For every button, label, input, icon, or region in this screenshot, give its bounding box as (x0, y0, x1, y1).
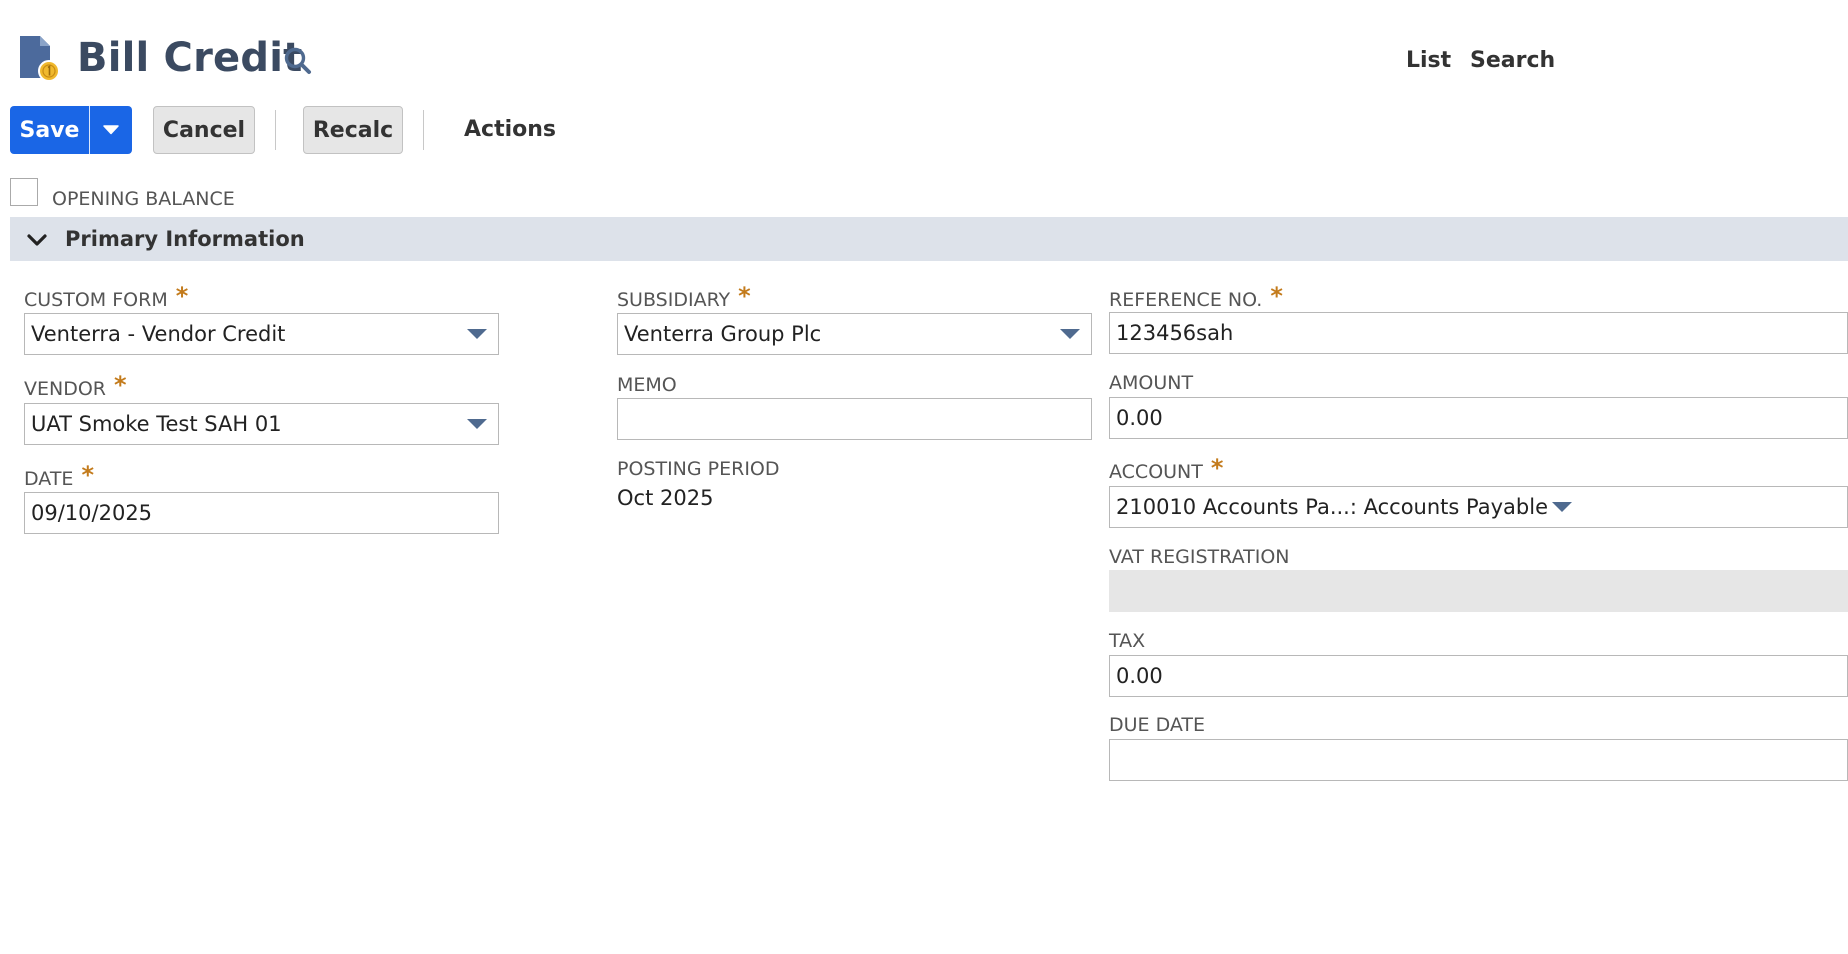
tax-input[interactable]: 0.00 (1109, 655, 1848, 697)
caret-down-icon[interactable] (1059, 328, 1081, 340)
date-value: 09/10/2025 (31, 501, 153, 525)
caret-down-icon (103, 125, 119, 135)
subsidiary-label: SUBSIDIARY * (617, 282, 751, 311)
custom-form-label: CUSTOM FORM * (24, 282, 189, 311)
account-label: ACCOUNT * (1109, 454, 1224, 483)
save-button-divider (89, 106, 90, 154)
due-date-input[interactable] (1109, 739, 1848, 781)
caret-down-icon[interactable] (466, 418, 488, 430)
page-title: Bill Credit (77, 35, 303, 81)
reference-no-value: 123456sah (1116, 321, 1234, 345)
account-value: 210010 Accounts Pa...: Accounts Payable (1116, 495, 1548, 519)
posting-period-value: Oct 2025 (617, 486, 714, 510)
account-select[interactable]: 210010 Accounts Pa...: Accounts Payable (1109, 486, 1848, 528)
vat-registration-label: VAT REGISTRATION (1109, 546, 1290, 568)
toolbar-divider (423, 110, 424, 150)
subsidiary-value: Venterra Group Plc (624, 322, 822, 346)
amount-label: AMOUNT (1109, 372, 1194, 394)
actions-menu-button[interactable]: Actions (464, 115, 556, 145)
toolbar-divider (275, 110, 276, 150)
opening-balance-checkbox[interactable] (10, 178, 38, 206)
search-icon[interactable] (283, 46, 313, 76)
reference-no-label: REFERENCE NO. * (1109, 282, 1283, 311)
vendor-label: VENDOR * (24, 371, 127, 400)
chevron-down-icon[interactable] (24, 227, 50, 253)
required-marker: * (81, 461, 94, 489)
due-date-label: DUE DATE (1109, 714, 1206, 736)
amount-value: 0.00 (1116, 406, 1163, 430)
required-marker: * (1210, 454, 1224, 482)
save-button[interactable]: Save (10, 106, 89, 154)
save-split-button: Save (10, 106, 132, 154)
opening-balance-label: OPENING BALANCE (52, 188, 235, 210)
vendor-value: UAT Smoke Test SAH 01 (31, 412, 282, 436)
required-marker: * (175, 282, 189, 310)
required-marker: * (1270, 282, 1283, 310)
custom-form-select[interactable]: Venterra - Vendor Credit (24, 313, 499, 355)
reference-no-input[interactable]: 123456sah (1109, 312, 1848, 354)
date-label: DATE * (24, 461, 94, 490)
caret-down-icon[interactable] (1551, 501, 1573, 513)
search-link[interactable]: Search (1470, 46, 1555, 76)
cancel-button[interactable]: Cancel (153, 106, 255, 154)
custom-form-value: Venterra - Vendor Credit (31, 322, 286, 346)
vat-registration-field (1109, 570, 1848, 612)
tax-value: 0.00 (1116, 664, 1163, 688)
section-title: Primary Information (65, 227, 305, 251)
tax-label: TAX (1109, 630, 1146, 652)
required-marker: * (114, 371, 127, 399)
save-menu-button[interactable] (90, 106, 132, 154)
vendor-select[interactable]: UAT Smoke Test SAH 01 (24, 403, 499, 445)
date-input[interactable]: 09/10/2025 (24, 492, 499, 534)
subsidiary-select[interactable]: Venterra Group Plc (617, 313, 1092, 355)
bill-credit-doc-icon (20, 36, 60, 82)
memo-label: MEMO (617, 374, 677, 396)
amount-input[interactable]: 0.00 (1109, 397, 1848, 439)
memo-input[interactable] (617, 398, 1092, 440)
recalc-button[interactable]: Recalc (303, 106, 403, 154)
required-marker: * (738, 282, 751, 310)
caret-down-icon[interactable] (466, 328, 488, 340)
posting-period-label: POSTING PERIOD (617, 458, 780, 480)
list-link[interactable]: List (1406, 46, 1451, 76)
